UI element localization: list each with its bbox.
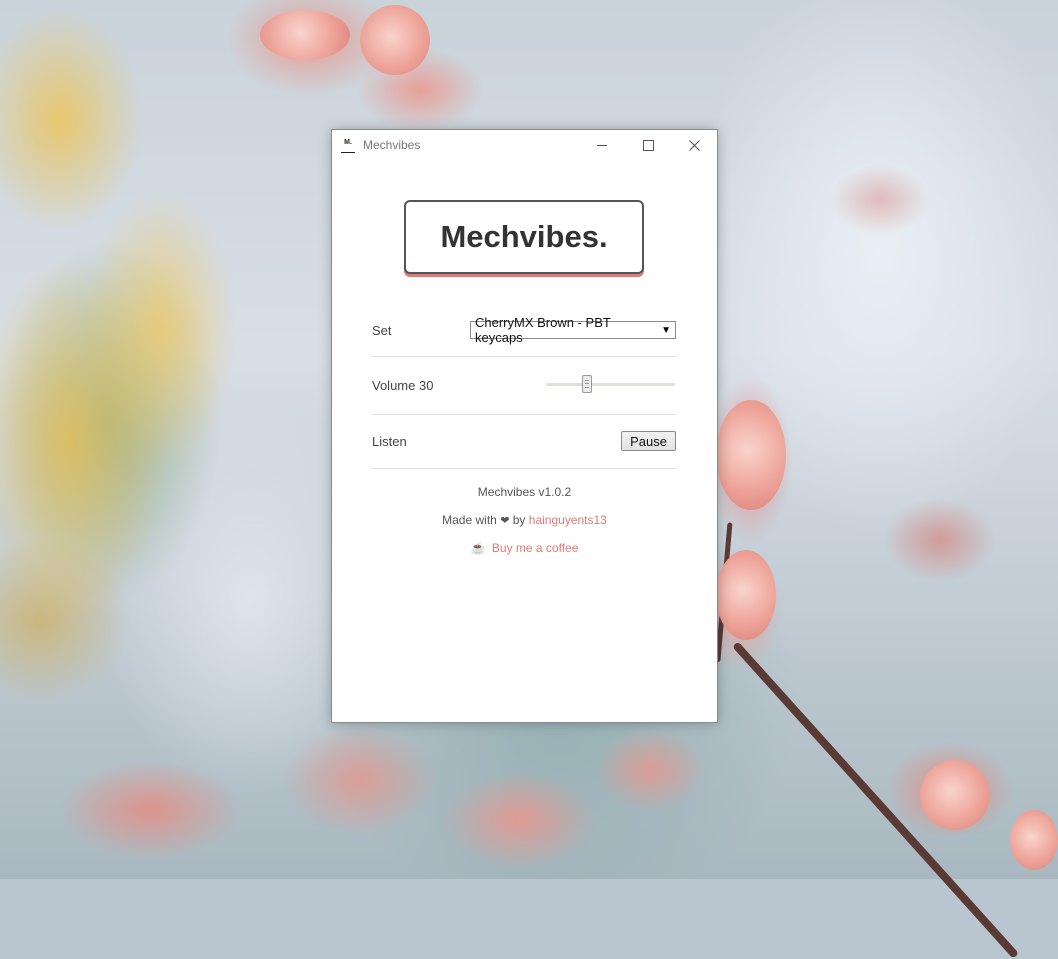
version-text: Mechvibes v1.0.2	[477, 485, 572, 499]
author-link[interactable]: hainguyents13	[529, 513, 607, 527]
volume-slider-track	[546, 383, 675, 386]
heart-icon: ❤	[500, 515, 510, 527]
volume-label: Volume 30	[372, 377, 434, 393]
coffee-icon: ☕	[470, 541, 486, 555]
keyboard-set-select[interactable]: CherryMX Brown - PBT keycaps ▼	[470, 315, 676, 345]
app-logo-icon: M.	[341, 138, 355, 153]
wallpaper-blossom	[716, 550, 776, 640]
dropdown-arrow-icon: ▼	[661, 324, 671, 336]
by-text: by	[512, 513, 526, 527]
app-logo: Mechvibes.	[404, 200, 644, 274]
app-window: M. Mechvibes Mechvibes. Set CherryMX Bro…	[331, 129, 718, 723]
wallpaper-blossom	[920, 760, 990, 830]
coffee-line: ☕ Buy me a coffee	[332, 541, 717, 555]
minimize-button[interactable]	[579, 130, 625, 160]
set-row: Set CherryMX Brown - PBT keycaps ▼	[372, 315, 676, 345]
maximize-button[interactable]	[625, 130, 671, 160]
made-with-text: Made with	[442, 513, 497, 527]
title-bar[interactable]: M. Mechvibes	[332, 130, 717, 160]
wallpaper-blossom	[260, 10, 350, 60]
set-label: Set	[372, 322, 392, 338]
wallpaper-blossom	[360, 5, 430, 75]
listen-label: Listen	[372, 433, 407, 449]
pause-button[interactable]: Pause	[621, 431, 676, 451]
grip-icon	[585, 380, 589, 388]
divider	[372, 414, 676, 415]
wallpaper-blossom	[1010, 810, 1058, 870]
buy-coffee-link[interactable]: Buy me a coffee	[492, 541, 579, 555]
minimize-icon	[597, 144, 607, 146]
divider	[372, 468, 676, 469]
set-select-value: CherryMX Brown - PBT keycaps	[475, 315, 611, 345]
maximize-icon	[642, 139, 654, 151]
volume-row: Volume 30	[372, 375, 676, 395]
listen-row: Listen Pause	[372, 431, 676, 451]
close-icon	[688, 139, 700, 151]
credits-line: Made with ❤ by hainguyents13	[332, 513, 717, 527]
volume-slider[interactable]	[546, 375, 675, 395]
divider	[372, 356, 676, 357]
volume-slider-thumb[interactable]	[582, 375, 592, 393]
wallpaper-blossom	[716, 400, 786, 510]
close-button[interactable]	[671, 130, 717, 160]
window-title: Mechvibes	[363, 138, 421, 152]
